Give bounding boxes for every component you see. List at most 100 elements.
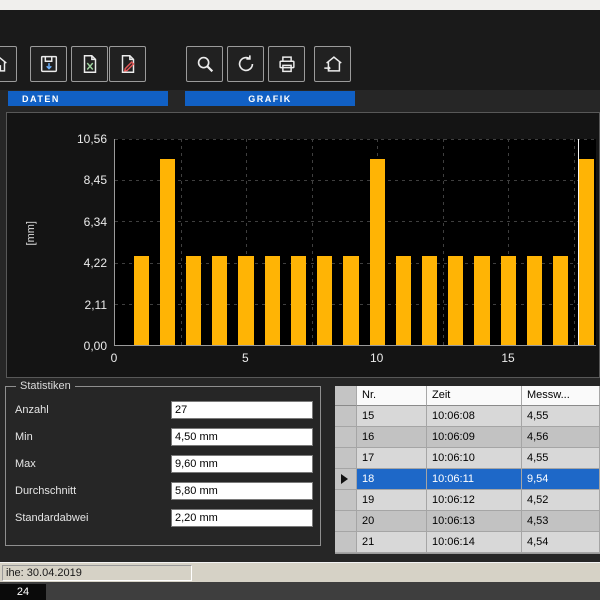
printer-icon xyxy=(278,56,295,73)
table-cell: 4,54 xyxy=(522,532,600,553)
row-marker-cell xyxy=(335,448,357,469)
measurements-table: Nr. Zeit Messw... 15 10:06:08 4,55 16 10:06:… xyxy=(335,386,600,554)
tab-grafik[interactable]: GRAFIK xyxy=(185,91,355,106)
statistics-groupbox: Statistiken Anzahl Min Max Durchschnitt … xyxy=(5,380,321,546)
status-panel: ihe: 30.04.2019 xyxy=(2,565,192,581)
table-cell: 10:06:09 xyxy=(427,427,522,448)
chart-bar xyxy=(395,256,411,345)
statistics-title: Statistiken xyxy=(16,380,75,392)
zoom-button[interactable] xyxy=(186,46,223,82)
y-axis-ticks: 0,00 2,11 4,22 6,34 8,45 10,56 xyxy=(59,132,107,353)
stat-input-min[interactable] xyxy=(171,428,313,446)
tab-daten[interactable]: DATEN xyxy=(8,91,168,106)
stat-input-max[interactable] xyxy=(171,455,313,473)
document-pen-icon xyxy=(121,55,135,73)
stat-input-anzahl[interactable] xyxy=(171,401,313,419)
x-axis-ticks: 0 5 10 15 xyxy=(111,351,596,367)
application-window: DATEN GRAFIK [mm] 0,00 2,11 4,22 6,34 8,45 10… xyxy=(0,0,600,600)
house-icon xyxy=(0,57,7,72)
save-button[interactable] xyxy=(30,46,67,82)
chart-bar xyxy=(186,256,202,345)
report-button[interactable] xyxy=(109,46,146,82)
window-top-strip xyxy=(0,0,600,10)
tab-grafik-label: GRAFIK xyxy=(248,93,292,104)
table-row[interactable]: 20 10:06:13 4,53 xyxy=(335,511,600,532)
stat-label-min: Min xyxy=(15,431,33,443)
table-cell: 4,52 xyxy=(522,490,600,511)
table-cell: 19 xyxy=(357,490,427,511)
chart-bar xyxy=(343,256,359,345)
chart-bar xyxy=(579,158,595,345)
stat-label-anzahl: Anzahl xyxy=(15,404,49,416)
chart-bar xyxy=(264,256,280,345)
stat-input-standardabweichung[interactable] xyxy=(171,509,313,527)
chart-bar xyxy=(421,256,438,345)
table-cell: 10:06:13 xyxy=(427,511,522,532)
stat-row-max: Max xyxy=(6,455,320,475)
v-gridline xyxy=(180,139,182,345)
home-button-partial[interactable] xyxy=(0,46,17,82)
table-cell: 10:06:10 xyxy=(427,448,522,469)
header-zeit[interactable]: Zeit xyxy=(427,386,522,406)
table-cell: 20 xyxy=(357,511,427,532)
table-cell: 4,53 xyxy=(522,511,600,532)
table-row[interactable]: 16 10:06:09 4,56 xyxy=(335,427,600,448)
h-gridline xyxy=(115,139,596,140)
table-row[interactable]: 17 10:06:10 4,55 xyxy=(335,448,600,469)
chart-bar xyxy=(553,256,569,345)
y-tick-label: 10,56 xyxy=(76,132,107,146)
table-body: 15 10:06:08 4,55 16 10:06:09 4,56 17 10:06:10 4,… xyxy=(335,406,600,553)
table-cell: 16 xyxy=(357,427,427,448)
chart-bar xyxy=(159,158,176,345)
table-row[interactable]: 18 10:06:11 9,54 xyxy=(335,469,600,490)
v-gridline xyxy=(442,139,444,345)
house-exit-icon xyxy=(323,56,342,72)
row-marker-cell xyxy=(335,469,357,490)
table-row[interactable]: 15 10:06:08 4,55 xyxy=(335,406,600,427)
y-tick-label: 2,11 xyxy=(84,297,107,312)
table-row[interactable]: 19 10:06:12 4,52 xyxy=(335,490,600,511)
status-text: ihe: 30.04.2019 xyxy=(6,567,82,579)
exit-button[interactable] xyxy=(314,46,351,82)
stat-label-durchschnitt: Durchschnitt xyxy=(15,485,77,497)
y-tick-label: 6,34 xyxy=(83,214,107,229)
table-cell: 10:06:14 xyxy=(427,532,522,553)
h-gridline xyxy=(115,221,596,223)
chart-bar xyxy=(317,256,333,345)
table-cell: 17 xyxy=(357,448,427,469)
table-cell: 10:06:12 xyxy=(427,490,522,511)
tab-daten-label: DATEN xyxy=(22,93,60,104)
x-tick-label: 5 xyxy=(241,351,249,365)
row-marker-cell xyxy=(335,490,357,511)
excel-export-button[interactable] xyxy=(71,46,108,82)
chart-bar xyxy=(238,256,254,345)
header-nr[interactable]: Nr. xyxy=(357,386,427,406)
refresh-button[interactable] xyxy=(227,46,264,82)
stat-label-standardabweichung: Standardabwei xyxy=(15,512,89,524)
status-bar: ihe: 30.04.2019 xyxy=(0,562,600,582)
plot-area[interactable] xyxy=(114,139,596,346)
table-cell: 9,54 xyxy=(522,469,600,490)
v-gridline xyxy=(573,139,575,345)
taskbar-clock-text: 24 xyxy=(16,586,30,598)
table-cell: 18 xyxy=(357,469,427,490)
chart-panel: [mm] 0,00 2,11 4,22 6,34 8,45 10,56 0 5 10 15 xyxy=(6,112,600,378)
header-messwert[interactable]: Messw... xyxy=(522,386,600,406)
chart-bar xyxy=(290,256,307,345)
y-tick-label: 4,22 xyxy=(83,256,107,271)
print-button[interactable] xyxy=(268,46,305,82)
stat-input-durchschnitt[interactable] xyxy=(171,482,313,500)
x-tick-label: 10 xyxy=(369,351,384,365)
y-axis-title: [mm] xyxy=(25,221,37,246)
stat-row-min: Min xyxy=(6,428,320,448)
recycle-icon xyxy=(238,55,253,72)
table-cell: 21 xyxy=(357,532,427,553)
chart-bar xyxy=(474,256,490,345)
chart-bar xyxy=(369,158,385,345)
table-row[interactable]: 21 10:06:14 4,54 xyxy=(335,532,600,553)
table-cell: 10:06:08 xyxy=(427,406,522,427)
y-tick-label: 8,45 xyxy=(83,173,107,188)
chart-bar xyxy=(448,256,464,345)
toolbar xyxy=(0,10,600,90)
header-marker-cell xyxy=(335,386,357,406)
